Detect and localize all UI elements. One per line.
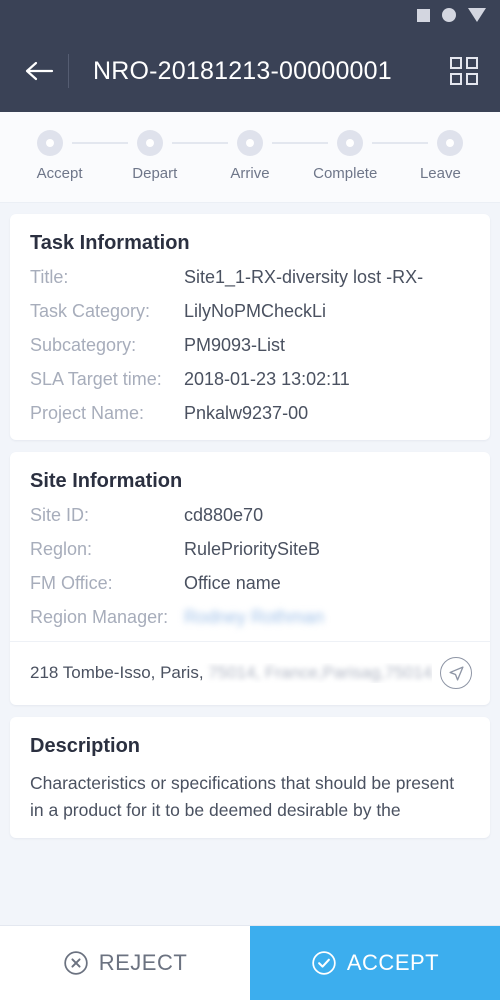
field-label: Subcategory:: [30, 335, 137, 355]
field-label: Task Category:: [30, 301, 151, 321]
description-title: Description: [30, 735, 141, 757]
step-label-complete: Complete: [313, 165, 378, 182]
navigate-arrow-icon: [448, 665, 464, 681]
status-bar: [0, 0, 500, 30]
field-value-redacted: Rodney Rothman: [184, 607, 325, 627]
stepper-step-depart[interactable]: [130, 130, 170, 156]
field-task-category: Task Category: LilyNoPMCheckLi: [10, 301, 490, 322]
description-card: Description Characteristics or specifica…: [10, 717, 490, 839]
field-label: Title:: [30, 267, 69, 287]
site-information-card: Site Information Site ID: cd880e70 Reglo…: [10, 452, 490, 705]
content-scroll-area[interactable]: Task Information Title: Site1_1-RX-diver…: [0, 203, 500, 925]
accept-button[interactable]: ACCEPT: [250, 926, 500, 1000]
stepper-step-leave[interactable]: [430, 130, 470, 156]
field-site-id: Site ID: cd880e70: [10, 505, 490, 526]
step-dot-icon: [137, 130, 163, 156]
navigate-button[interactable]: [440, 657, 472, 689]
field-fm-office: FM Office: Office name: [10, 573, 490, 594]
step-connector: [272, 142, 328, 144]
field-project-name: Project Name: Pnkalw9237-00: [10, 403, 490, 424]
field-value: Site1_1-RX-diversity lost -RX-: [184, 267, 424, 287]
field-value: 2018-01-23 13:02:11: [184, 369, 350, 389]
step-dot-icon: [37, 130, 63, 156]
field-value: PM9093-List: [184, 335, 286, 355]
description-text: Characteristics or specifications that s…: [30, 773, 455, 821]
reject-label: REJECT: [98, 950, 188, 975]
step-label-accept: Accept: [36, 165, 83, 182]
circle-check-icon: [312, 951, 336, 975]
step-label-arrive: Arrive: [230, 165, 270, 182]
field-label: FM Office:: [30, 573, 113, 593]
stepper-labels-row: Accept Depart Arrive Complete Leave: [0, 165, 500, 182]
square-icon: [417, 8, 430, 22]
grid-menu-icon: [450, 57, 478, 85]
step-dot-icon: [437, 130, 463, 156]
step-label-leave: Leave: [419, 165, 461, 182]
task-information-title: Task Information: [30, 232, 190, 254]
progress-stepper: Accept Depart Arrive Complete Leave: [0, 112, 500, 203]
triangle-down-icon: [468, 8, 486, 22]
reject-button[interactable]: REJECT: [0, 926, 250, 1000]
field-region-manager: Region Manager: Rodney Rothman: [10, 607, 490, 628]
app-bar: NRO-20181213-00000001: [0, 30, 500, 112]
field-subcategory: Subcategory: PM9093-List: [10, 335, 490, 356]
field-value: LilyNoPMCheckLi: [184, 301, 327, 321]
field-value: Pnkalw9237-00: [184, 403, 309, 423]
circle-icon: [442, 8, 456, 22]
step-dot-icon: [237, 130, 263, 156]
stepper-dots-row: [0, 130, 500, 156]
step-connector: [172, 142, 228, 144]
step-dot-icon: [337, 130, 363, 156]
field-region: Reglon: RulePrioritySiteB: [10, 539, 490, 560]
site-address-text: 218 Tombe-Isso, Paris, 75014, France,Par…: [30, 663, 432, 683]
address-visible-part: 218 Tombe-Isso, Paris,: [30, 663, 204, 682]
page-title: NRO-20181213-00000001: [93, 56, 392, 85]
field-value: Office name: [184, 573, 281, 593]
site-address-row[interactable]: 218 Tombe-Isso, Paris, 75014, France,Par…: [10, 642, 490, 691]
back-button[interactable]: [18, 50, 60, 92]
step-label-depart: Depart: [132, 165, 178, 182]
field-value: RulePrioritySiteB: [184, 539, 321, 559]
field-title: Title: Site1_1-RX-diversity lost -RX-: [10, 267, 490, 288]
circle-x-icon: [64, 951, 88, 975]
accept-label: ACCEPT: [346, 950, 440, 975]
stepper-step-complete[interactable]: [330, 130, 370, 156]
field-label: Reglon:: [30, 539, 93, 559]
field-value: cd880e70: [184, 505, 264, 525]
grid-menu-button[interactable]: [444, 51, 484, 91]
field-label: Region Manager:: [30, 607, 169, 627]
field-label: Site ID:: [30, 505, 90, 525]
step-connector: [72, 142, 128, 144]
action-bar: REJECT ACCEPT: [0, 925, 500, 1000]
appbar-divider: [68, 54, 69, 88]
task-information-card: Task Information Title: Site1_1-RX-diver…: [10, 214, 490, 440]
back-arrow-icon: [25, 61, 54, 81]
field-label: Project Name:: [30, 403, 145, 423]
site-information-title: Site Information: [30, 470, 183, 492]
field-sla-target-time: SLA Target time: 2018-01-23 13:02:11: [10, 369, 490, 390]
stepper-step-accept[interactable]: [30, 130, 70, 156]
stepper-step-arrive[interactable]: [230, 130, 270, 156]
address-redacted-part: 75014, France,Parisag,75014...: [208, 663, 432, 682]
field-label: SLA Target time:: [30, 369, 162, 389]
step-connector: [372, 142, 428, 144]
app-screen: NRO-20181213-00000001 Accept Depart Arri…: [0, 0, 500, 1000]
